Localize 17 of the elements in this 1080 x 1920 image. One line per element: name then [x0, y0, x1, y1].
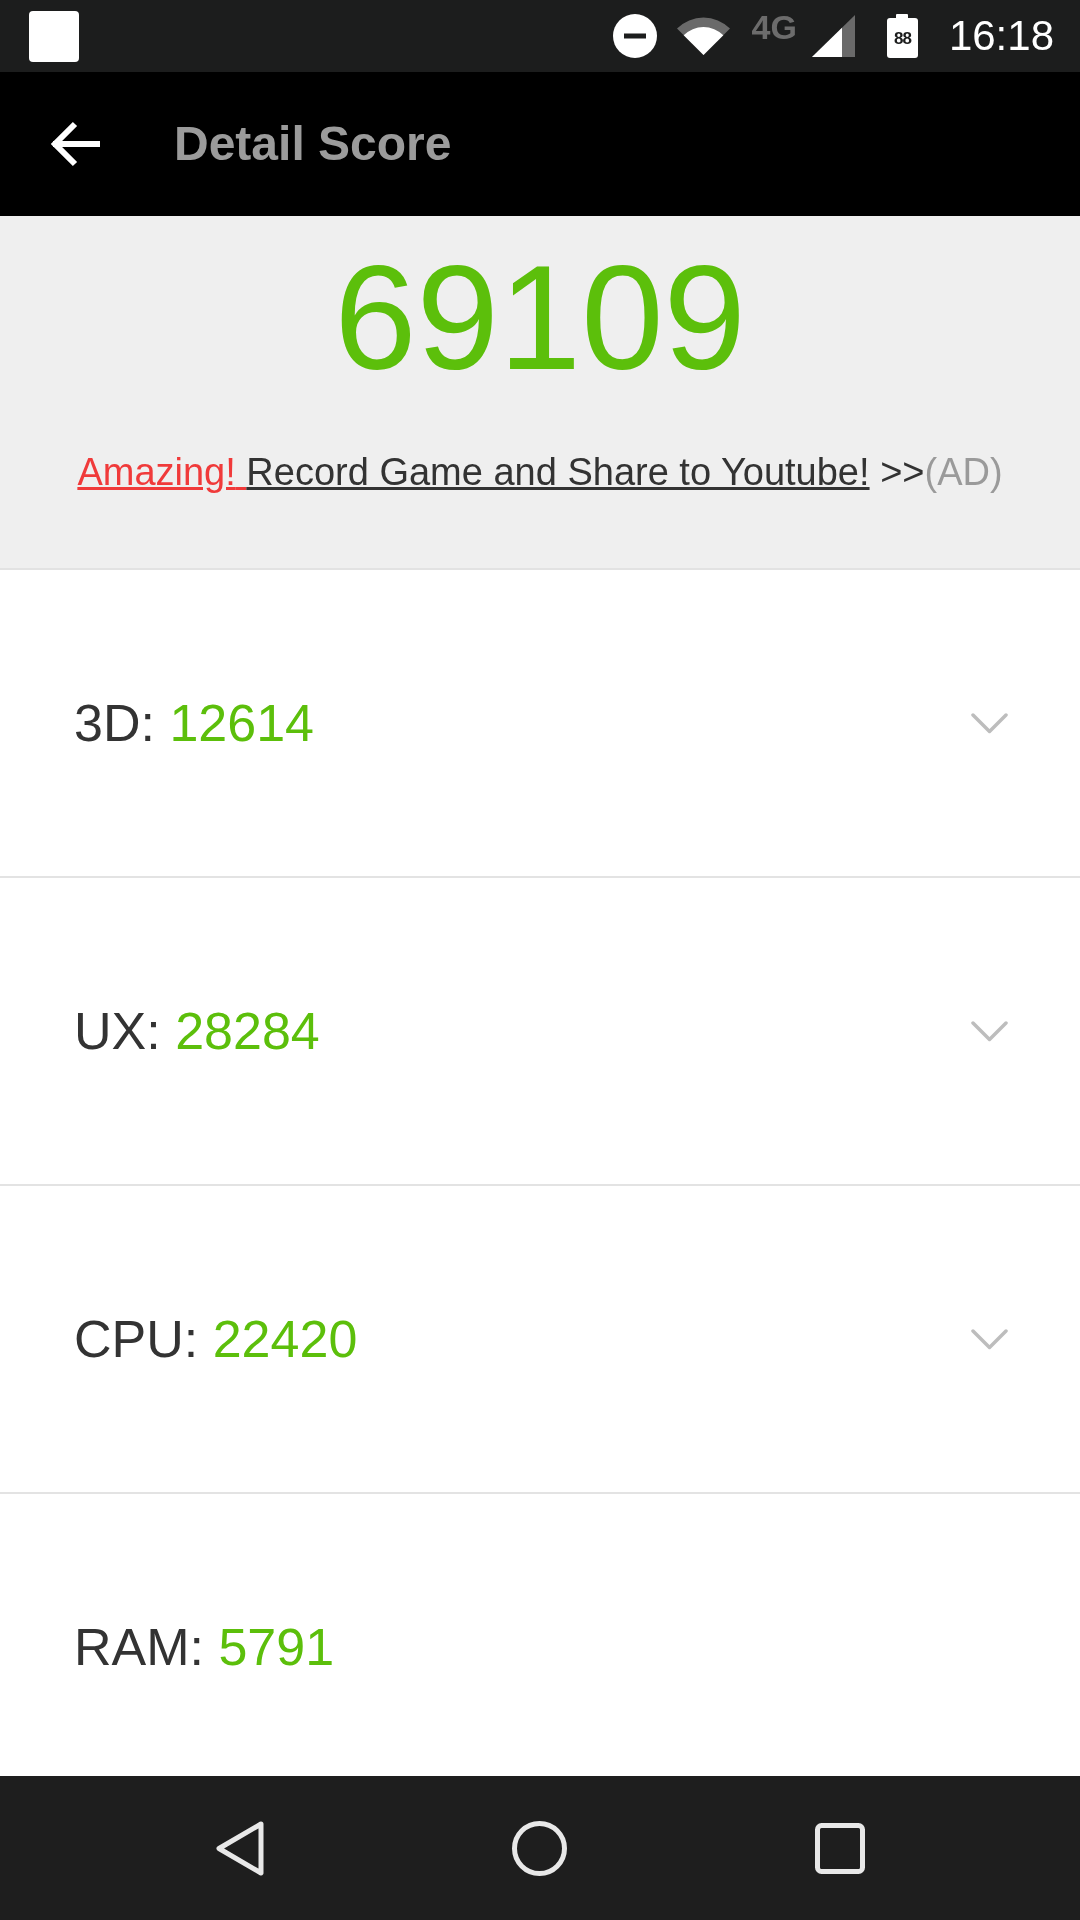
- category-score: RAM: 5791: [74, 1616, 335, 1678]
- total-score: 69109: [334, 244, 746, 392]
- signal-strength-icon: [811, 15, 855, 57]
- wifi-icon: [676, 17, 730, 55]
- network-type-text: 4G: [751, 10, 797, 44]
- category-score: CPU: 22420: [74, 1308, 358, 1370]
- promo-link[interactable]: Amazing! Record Game and Share to Youtube! >>(AD): [77, 450, 1003, 496]
- category-score: 3D: 12614: [74, 692, 314, 754]
- back-icon[interactable]: [215, 1820, 264, 1876]
- recents-icon[interactable]: [814, 1822, 865, 1874]
- notification-square-icon: [29, 10, 79, 62]
- screen-title: Detail Score: [174, 120, 452, 168]
- category-score: UX: 28284: [74, 1000, 320, 1062]
- clock-text: 16:18: [948, 15, 1054, 57]
- do-not-disturb-icon: [612, 14, 657, 58]
- home-icon[interactable]: [511, 1820, 567, 1876]
- battery-level-text: 88: [893, 29, 911, 47]
